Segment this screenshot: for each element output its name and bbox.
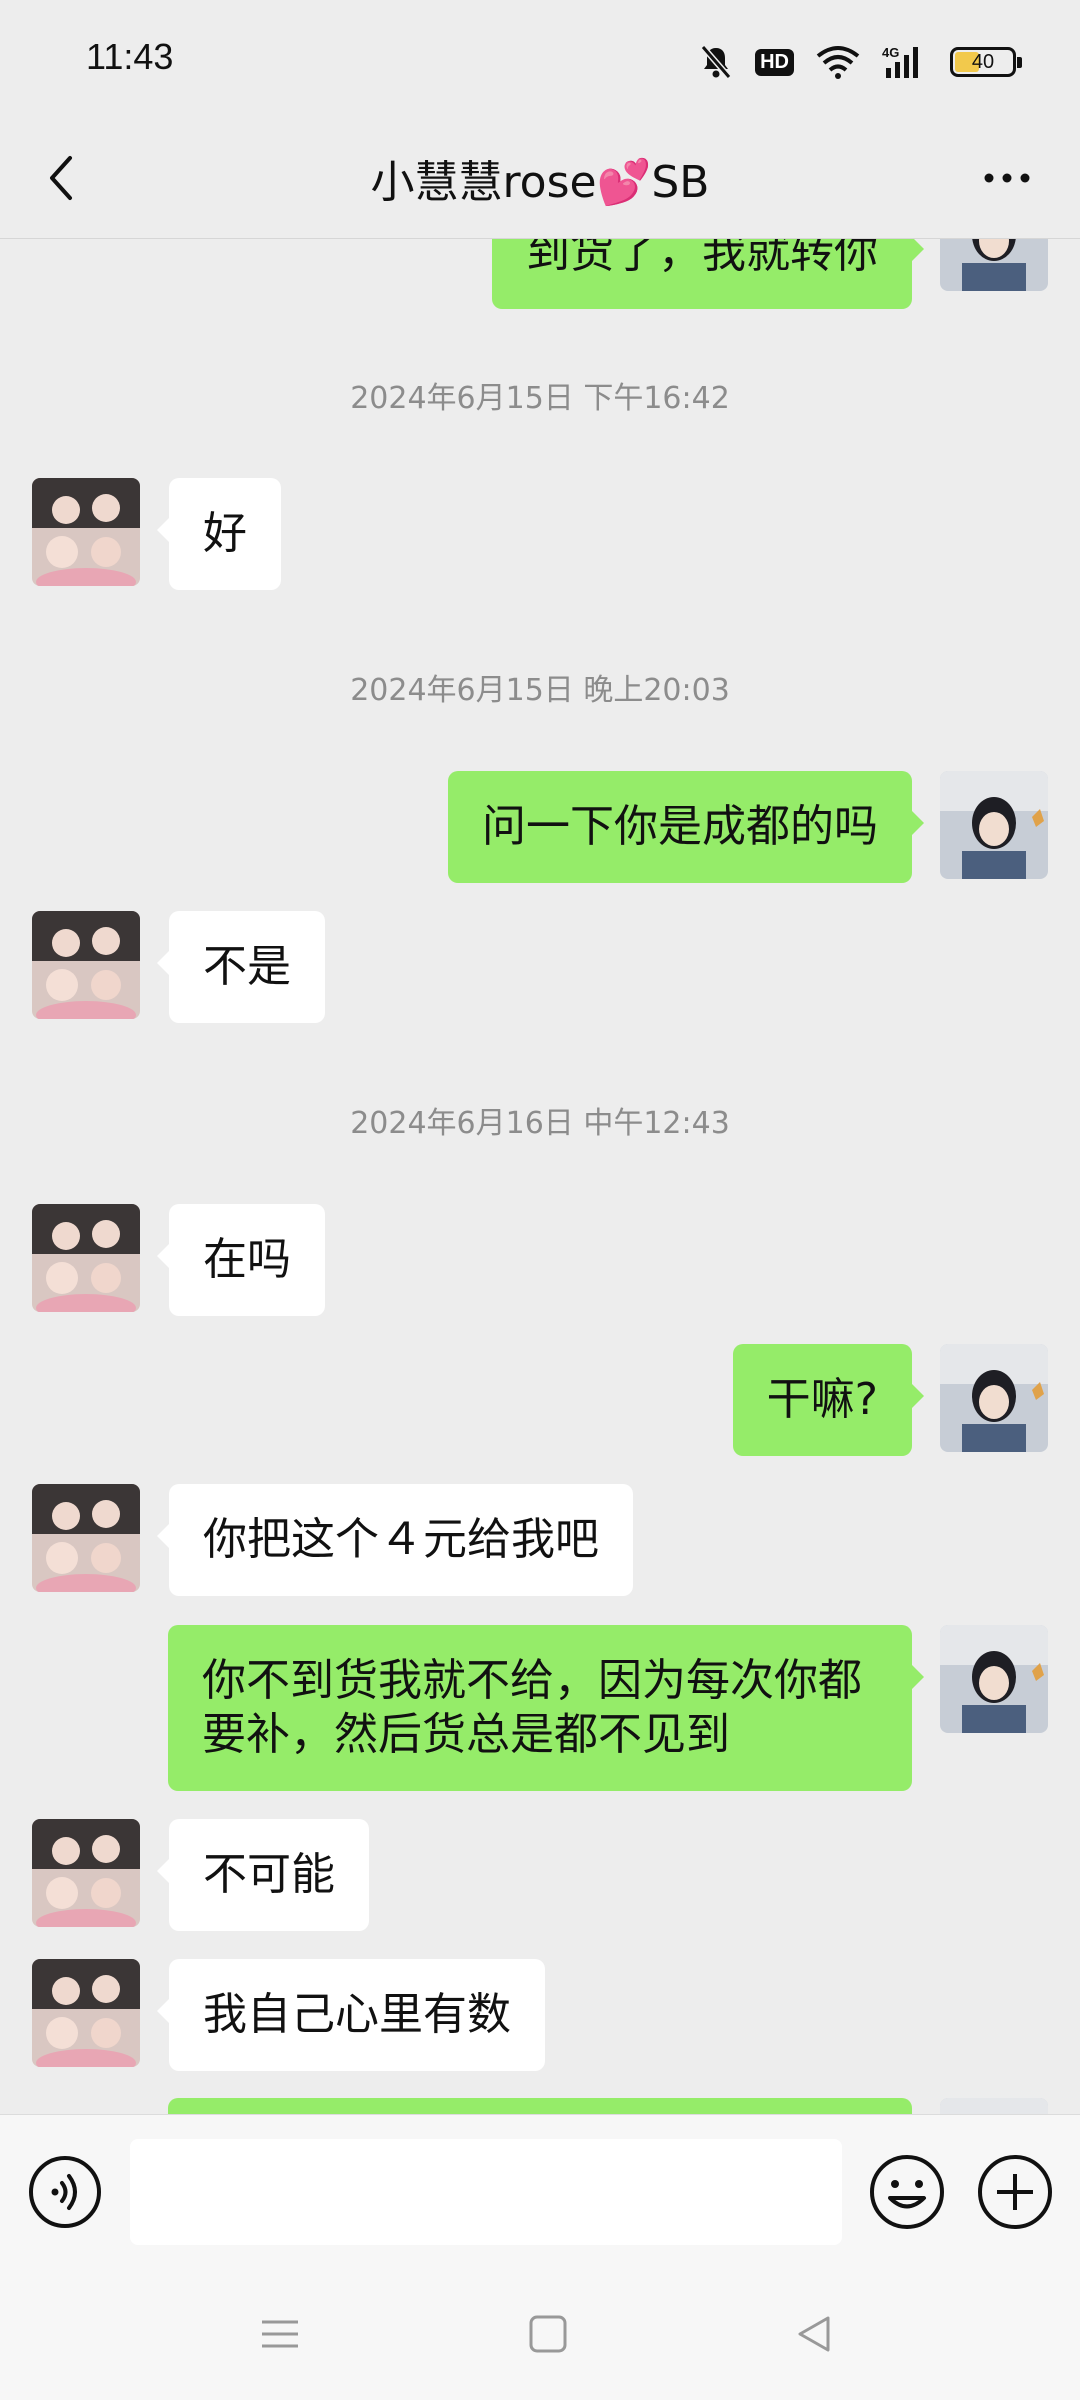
timestamp: 2024年6月16日 中午12:43 [350, 1106, 730, 1141]
more-button[interactable] [972, 148, 1042, 208]
message-bubble-received[interactable]: 不可能 [157, 1819, 369, 1931]
status-bar: 11:43 HD 4G 40 [0, 0, 1080, 120]
svg-text:4G: 4G [882, 45, 899, 60]
input-bar [0, 2114, 1080, 2265]
avatar-self[interactable] [940, 1344, 1048, 1452]
message-bubble-received[interactable]: 不是 [157, 911, 325, 1023]
home-icon [529, 2315, 567, 2353]
avatar-self[interactable] [940, 771, 1048, 879]
home-button[interactable] [524, 2310, 572, 2358]
message-bubble-sent-partial[interactable] [168, 2098, 912, 2114]
message-bubble-received[interactable]: 我自己心里有数 [157, 1959, 545, 2071]
battery-cap [1017, 57, 1022, 68]
battery-icon: 40 [950, 47, 1022, 77]
emoji-icon [870, 2155, 944, 2229]
mute-icon [699, 44, 733, 80]
avatar-contact[interactable] [32, 1819, 140, 1927]
system-nav-bar [0, 2264, 1080, 2400]
menu-icon [262, 2320, 298, 2348]
message-bubble-sent[interactable]: 干嘛? [732, 1344, 925, 1456]
signal-icon: 4G [882, 44, 928, 80]
avatar-contact[interactable] [32, 1204, 140, 1312]
avatar-contact[interactable] [32, 911, 140, 1019]
status-icons: HD 4G 40 [699, 40, 1022, 84]
avatar-self[interactable] [940, 2098, 1048, 2114]
plus-button[interactable] [976, 2153, 1054, 2231]
avatar-contact[interactable] [32, 478, 140, 586]
hd-icon: HD [755, 48, 794, 76]
message-bubble-received[interactable]: 好 [157, 478, 281, 590]
avatar-self[interactable] [940, 1625, 1048, 1733]
menu-button[interactable] [256, 2310, 304, 2358]
message-bubble-sent[interactable]: 到货了，我就转你 [492, 239, 924, 309]
wifi-icon [816, 45, 860, 79]
timestamp: 2024年6月15日 晚上20:03 [350, 673, 730, 708]
emoji-button[interactable] [868, 2153, 946, 2231]
chat-header: 小慧慧rose💕SB [0, 120, 1080, 239]
plus-icon [978, 2155, 1052, 2229]
chat-messages[interactable]: 到货了，我就转你 2024年6月15日 下午16:42 好 2024年6月15日… [0, 239, 1080, 2114]
battery-level: 40 [971, 51, 995, 73]
message-input[interactable] [130, 2139, 842, 2245]
avatar-contact[interactable] [32, 1484, 140, 1592]
chat-title: 小慧慧rose💕SB [370, 157, 710, 208]
more-dots-icon [984, 173, 1030, 183]
back-nav-button[interactable] [790, 2310, 838, 2358]
voice-icon [29, 2156, 101, 2228]
voice-button[interactable] [28, 2155, 102, 2229]
status-time: 11:43 [86, 36, 174, 77]
avatar-self[interactable] [940, 239, 1048, 291]
back-triangle-icon [798, 2316, 830, 2352]
avatar-contact[interactable] [32, 1959, 140, 2067]
timestamp: 2024年6月15日 下午16:42 [350, 381, 730, 416]
message-bubble-sent[interactable]: 问一下你是成都的吗 [448, 771, 924, 883]
message-bubble-sent[interactable]: 你不到货我就不给，因为每次你都要补，然后货总是都不见到 [168, 1625, 924, 1791]
message-bubble-received[interactable]: 在吗 [157, 1204, 325, 1316]
message-bubble-received[interactable]: 你把这个４元给我吧 [157, 1484, 633, 1596]
